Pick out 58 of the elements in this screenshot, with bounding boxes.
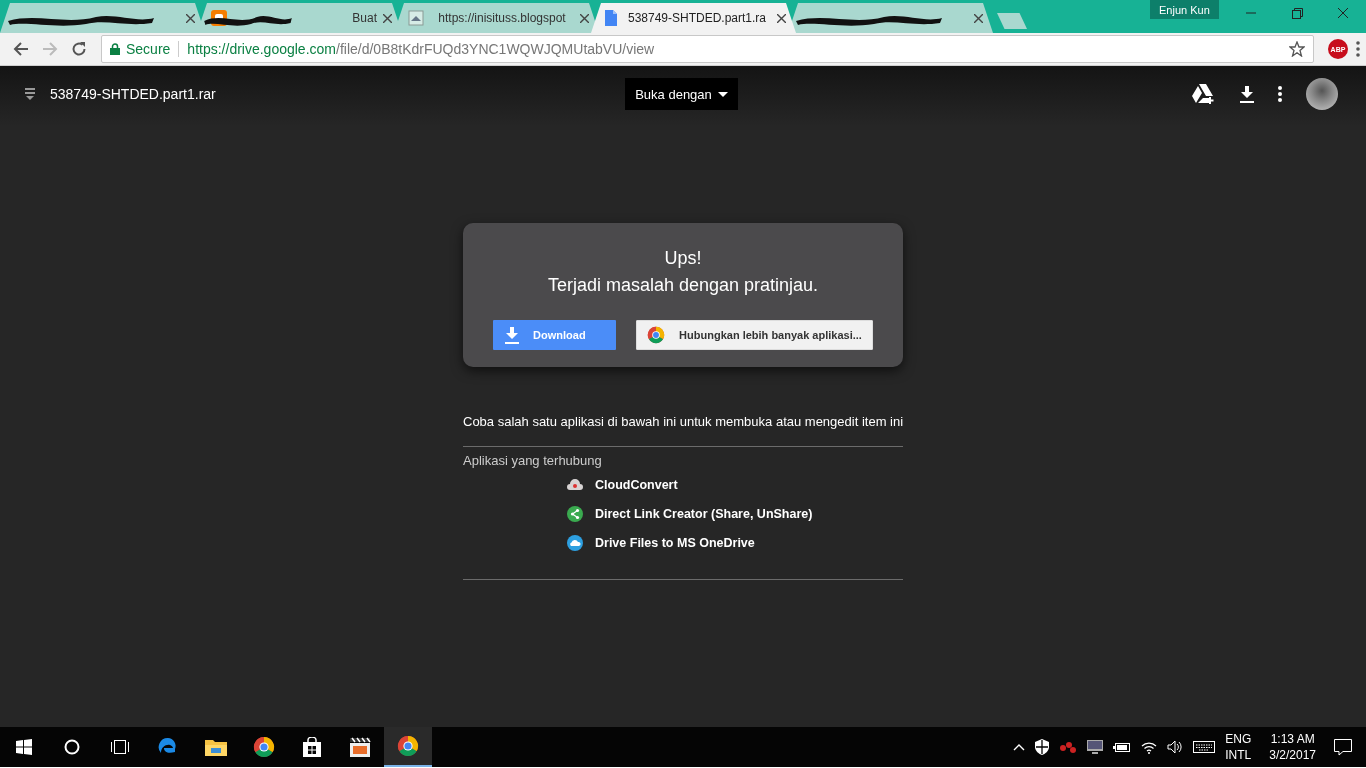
notification-icon[interactable] [1334, 738, 1352, 756]
close-icon[interactable] [777, 13, 786, 23]
close-icon[interactable] [186, 13, 195, 23]
close-icon[interactable] [580, 13, 589, 23]
url-text: https://drive.google.com/file/d/0B8tKdrFUQd3YNC1WQWJQMUtabVU/view [187, 41, 656, 57]
chrome-icon [253, 736, 275, 758]
hint-text: Coba salah satu aplikasi di bawah ini untuk membuka atau mengedit item ini [463, 414, 903, 429]
document-icon [605, 10, 617, 26]
secure-label: Secure [126, 41, 171, 57]
clapperboard-icon [349, 737, 371, 757]
download-icon[interactable] [1240, 85, 1254, 103]
address-bar[interactable]: Secure https://drive.google.com/file/d/0B8tKdrFUQd3YNC1WQWJQMUtabVU/view [101, 35, 1314, 63]
circle-icon [64, 739, 80, 755]
close-icon[interactable] [974, 13, 983, 23]
app-link[interactable]: CloudConvert [567, 476, 903, 494]
close-icon[interactable] [383, 13, 392, 23]
chrome-store-icon [647, 326, 666, 344]
volume-icon[interactable] [1167, 740, 1184, 754]
keyboard-icon[interactable] [1193, 741, 1216, 753]
menu-icon[interactable] [1356, 41, 1360, 57]
forward-icon [41, 41, 58, 57]
section-heading: Aplikasi yang terhubung [463, 453, 603, 468]
monitor-icon[interactable] [1087, 740, 1104, 754]
clock-time[interactable]: 1:13 AM [1270, 731, 1315, 747]
language-code[interactable]: ENG [1225, 731, 1252, 747]
windows-icon [16, 739, 32, 755]
task-view-icon [110, 739, 130, 755]
clock-date[interactable]: 3/2/2017 [1269, 747, 1316, 763]
open-with-button[interactable]: Buka dengan [625, 78, 738, 110]
archive-icon [25, 88, 35, 100]
battery-icon[interactable] [1113, 741, 1132, 753]
taskbar-app[interactable] [384, 727, 432, 767]
avatar[interactable] [1306, 78, 1338, 110]
reload-icon [70, 41, 87, 57]
keyboard-layout[interactable]: INTL [1225, 747, 1252, 763]
lock-icon [110, 43, 120, 55]
dots-icon[interactable] [1059, 741, 1078, 753]
page-icon [408, 10, 424, 26]
profile-name[interactable]: Enjun Kun [1150, 0, 1219, 19]
connect-apps-button[interactable]: Hubungkan lebih banyak aplikasi... [636, 320, 873, 350]
store-icon [303, 737, 321, 757]
download-icon [505, 326, 520, 344]
app-link[interactable]: Direct Link Creator (Share, UnShare) [567, 505, 903, 523]
file-name: 538749-SHTDED.part1.rar [50, 86, 216, 102]
caret-icon [717, 91, 728, 97]
browser-tab[interactable]: 538749-SHTDED.part1.ra [591, 3, 796, 33]
app-link[interactable]: Drive Files to MS OneDrive [567, 534, 903, 552]
chevron-up-icon[interactable] [1013, 743, 1026, 751]
chrome-icon [397, 735, 419, 757]
wifi-icon[interactable] [1141, 740, 1158, 754]
error-title: Ups! [664, 247, 702, 270]
star-icon[interactable] [1289, 41, 1305, 57]
folder-icon [205, 738, 227, 756]
back-icon [12, 41, 29, 57]
shield-icon[interactable] [1035, 739, 1050, 755]
add-to-drive-icon[interactable] [1192, 84, 1216, 104]
error-message: Terjadi masalah dengan pratinjau. [547, 274, 819, 297]
more-icon[interactable] [1278, 86, 1282, 102]
